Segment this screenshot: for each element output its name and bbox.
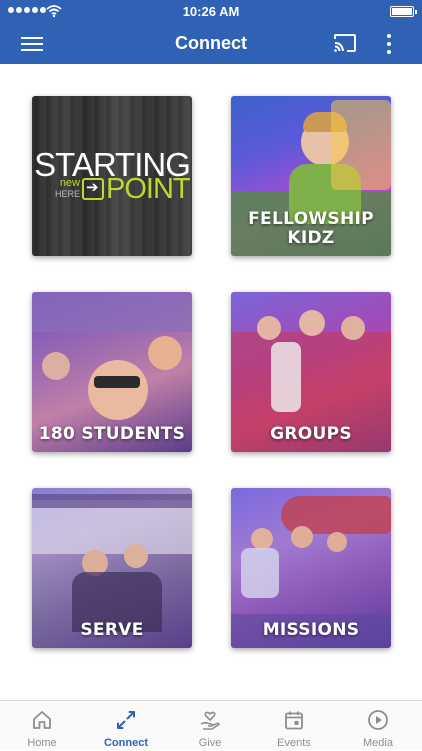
tile-label: 180 STUDENTS <box>38 424 186 444</box>
ceiling-area <box>32 292 192 332</box>
cast-icon[interactable] <box>333 33 357 53</box>
face-3 <box>341 316 365 340</box>
bounce-house <box>331 100 391 190</box>
white-tshirt <box>241 548 279 598</box>
tile-fellowship-kidz[interactable]: FELLOWSHIP KIDZ <box>231 96 391 256</box>
tile-missions[interactable]: MISSIONS <box>231 488 391 648</box>
tab-label: Home <box>27 737 57 749</box>
logo-new: new <box>59 177 80 189</box>
tab-label: Give <box>198 737 222 749</box>
volunteer-face-2 <box>124 544 148 568</box>
tab-media[interactable]: Media <box>336 701 420 751</box>
tab-label: Connect <box>104 737 148 749</box>
page-title: Connect <box>175 33 247 53</box>
calendar-icon <box>285 711 303 730</box>
white-shirt <box>271 342 301 412</box>
face-2 <box>299 310 325 336</box>
connect-grid: STARTING new HERE POINT FELLOWSHIP KIDZ … <box>0 64 422 700</box>
tile-label: MISSIONS <box>262 620 360 640</box>
tab-label: Events <box>277 737 311 749</box>
more-options-icon[interactable] <box>380 32 400 56</box>
face-1 <box>257 316 281 340</box>
starting-point-logo: new HERE POINT <box>54 173 192 205</box>
status-bar: 10:26 AM <box>0 0 422 24</box>
tile-180-students[interactable]: 180 STUDENTS <box>32 292 192 452</box>
person-face-3 <box>327 532 347 552</box>
sunglasses <box>94 376 140 388</box>
person-face-1 <box>251 528 273 550</box>
tab-home[interactable]: Home <box>0 701 84 751</box>
student-face-right <box>148 336 182 370</box>
home-icon <box>33 711 51 729</box>
give-icon <box>200 711 220 730</box>
app-bar: Connect <box>0 24 422 64</box>
tab-events[interactable]: Events <box>252 701 336 751</box>
play-icon <box>368 710 388 730</box>
tab-bar: Home Connect Give Events Media <box>0 700 422 750</box>
tab-give[interactable]: Give <box>168 701 252 751</box>
tile-label: SERVE <box>80 620 144 640</box>
status-time: 10:26 AM <box>182 4 240 19</box>
connect-icon <box>117 711 135 729</box>
tile-starting-point[interactable]: STARTING new HERE POINT <box>32 96 192 256</box>
tile-label: FELLOWSHIP KIDZ <box>248 209 374 248</box>
logo-here: HERE <box>54 189 80 199</box>
student-face <box>88 360 148 420</box>
roof <box>32 494 192 508</box>
tile-serve[interactable]: SERVE <box>32 488 192 648</box>
arrow-icon <box>82 178 104 200</box>
battery-icon <box>390 6 417 17</box>
logo-point: POINT <box>106 173 191 205</box>
tile-label: GROUPS <box>270 424 352 444</box>
tile-groups[interactable]: GROUPS <box>231 292 391 452</box>
tab-connect[interactable]: Connect <box>84 701 168 751</box>
student-face-left <box>42 352 70 380</box>
building-wall <box>32 500 192 554</box>
person-face-2 <box>291 526 313 548</box>
tab-label: Media <box>363 737 393 749</box>
